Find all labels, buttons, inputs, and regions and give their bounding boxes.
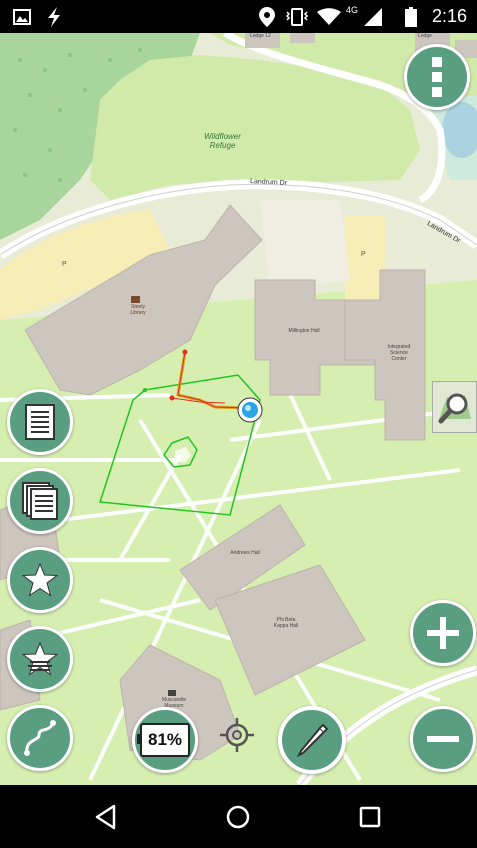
zoom-in-button[interactable] [410,600,476,666]
image-notification-icon [10,0,34,33]
map-label-wildflower-refuge: Wildflower Refuge [204,132,241,150]
documents-stack-icon [22,482,58,520]
wifi-icon [316,0,342,33]
crosshair-icon [220,718,254,752]
map-label-parking-2: P [361,251,366,258]
home-button[interactable] [198,785,278,848]
zoom-out-button[interactable] [410,706,476,772]
map-search-button[interactable] [432,381,477,433]
museum-poi-icon [168,690,176,696]
minus-icon [427,736,459,742]
record-button[interactable] [278,706,346,774]
favorites-list-button[interactable] [7,626,73,692]
document-list-icon [25,404,55,440]
status-bar: 4G 2:16 [0,0,477,33]
battery-icon: 81% [137,723,190,757]
multiple-tracks-button[interactable] [7,468,73,534]
battery-percent: 81% [147,730,183,749]
route-curve-icon [24,720,56,756]
back-icon [95,804,116,829]
favorites-button[interactable] [7,547,73,613]
vertical-dots-icon [432,57,442,97]
map-label-parking: P [62,261,67,268]
map-label-steely-library: Steely Library [130,304,146,316]
recents-button[interactable] [330,785,410,848]
tracks-button[interactable] [7,389,73,455]
star-list-icon [22,642,58,676]
cellular-signal-icon: 4G [344,0,384,33]
map-label-integrated-science-center: Integrated Science Center [387,344,411,362]
back-button[interactable] [66,785,146,848]
map-label-phi-beta-kappa-hall: Phi Beta Kappa Hall [273,617,299,629]
gps-button[interactable] [219,717,255,753]
route-button[interactable] [7,705,73,771]
map-label-lodge-12: Lodge 12 [250,33,271,39]
battery-button[interactable]: 81% [132,707,198,773]
star-icon [22,563,58,597]
map-label-andrews-hall: Andrews Hall [230,550,260,556]
lightning-notification-icon [42,0,66,33]
navigation-bar [0,785,477,848]
pencil-icon [296,723,329,758]
location-pin-icon [256,0,278,33]
menu-button[interactable] [404,44,470,110]
current-location-marker [237,397,263,423]
recents-icon [359,806,381,827]
battery-status-icon [402,0,420,33]
map-view[interactable]: Wildflower Refuge Landrum Dr Landrum Dr … [0,33,477,785]
plus-icon [427,617,459,649]
status-clock: 2:16 [431,6,467,26]
map-label-millington-hall: Millington Hall [288,328,320,334]
network-type-label: 4G [346,5,359,15]
map-label-lodge: Lodge [418,33,432,39]
library-poi-icon [131,296,140,303]
map-search-icon [438,393,471,424]
home-icon [226,805,250,828]
vibrate-icon [284,0,310,33]
